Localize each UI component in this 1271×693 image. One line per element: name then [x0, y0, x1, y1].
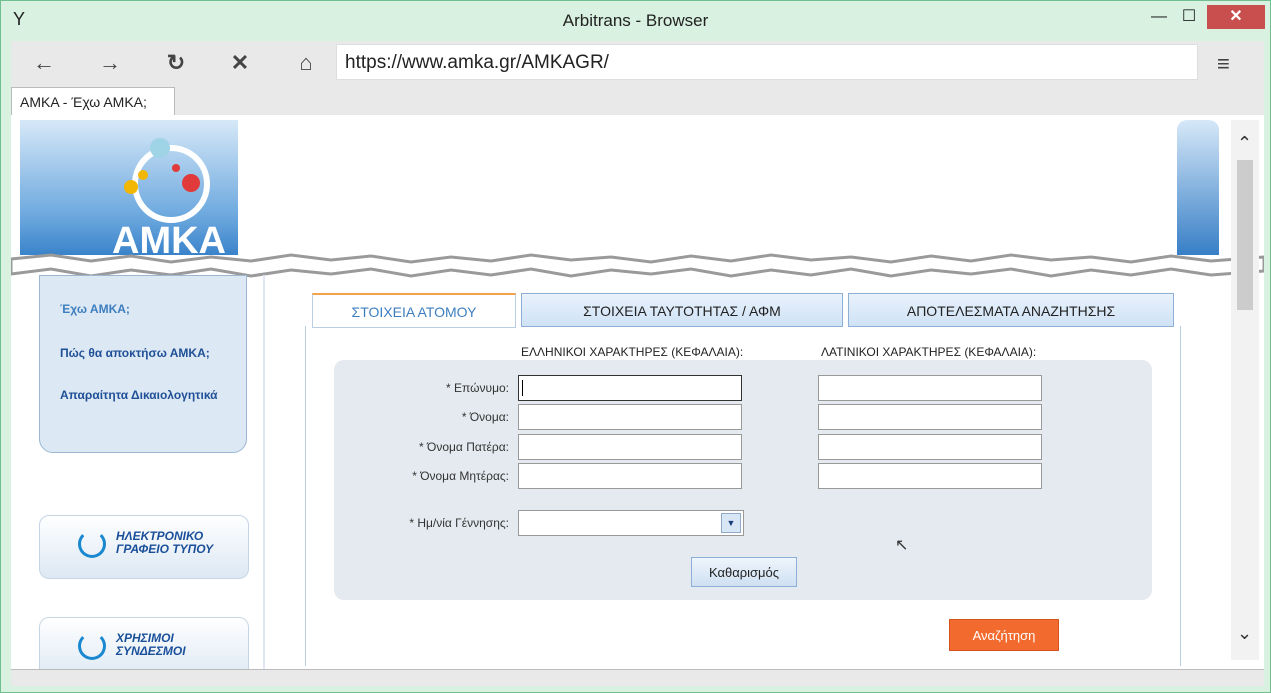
back-icon[interactable]: ← [29, 49, 59, 77]
label-first-name: * Όνομα: [461, 410, 509, 424]
home-icon[interactable]: ⌂ [291, 49, 321, 77]
chevron-down-icon[interactable]: ▼ [721, 513, 741, 533]
close-button[interactable]: ✕ [1207, 5, 1265, 29]
forward-icon[interactable]: → [95, 49, 125, 77]
tab-id-tax-label: ΣΤΟΙΧΕΙΑ ΤΑΥΤΟΤΗΤΑΣ / ΑΦΜ [583, 303, 781, 319]
label-surname: * Επώνυμο: [446, 381, 509, 395]
address-bar-text: https://www.amka.gr/AMKAGR/ [345, 52, 609, 73]
power-icon [78, 632, 106, 660]
stop-icon[interactable]: ✕ [225, 49, 255, 77]
reload-icon[interactable]: ↻ [161, 49, 191, 77]
tab-personal-data[interactable]: ΣΤΟΙΧΕΙΑ ΑΤΟΜΟΥ [312, 293, 516, 328]
greek-column-header: ΕΛΛΗΝΙΚΟΙ ΧΑΡΑΚΤΗΡΕΣ (ΚΕΦΑΛΑΙΑ): [521, 345, 744, 359]
birth-date-select[interactable]: ▼ [518, 510, 744, 536]
browser-window: Y Arbitrans - Browser — ☐ ✕ ← → ↻ ✕ ⌂ ht… [0, 0, 1271, 693]
tab-id-tax[interactable]: ΣΤΟΙΧΕΙΑ ΤΑΥΤΟΤΗΤΑΣ / ΑΦΜ [521, 293, 843, 327]
tab-label: ΑΜΚΑ - Έχω ΑΜΚΑ; [20, 94, 147, 110]
left-column-divider [263, 275, 265, 669]
clear-button[interactable]: Καθαρισμός [691, 557, 797, 587]
tile-label: ΗΛΕΚΤΡΟΝΙΚΟ ΓΡΑΦΕΙΟ ΤΥΠΟΥ [116, 529, 214, 556]
tab-personal-data-label: ΣΤΟΙΧΕΙΑ ΑΤΟΜΟΥ [351, 304, 477, 320]
father-name-latin-input[interactable] [818, 434, 1042, 460]
sidebar-panel: Έχω ΑΜΚΑ; Πώς θα αποκτήσω ΑΜΚΑ; Απαραίτη… [39, 275, 247, 453]
power-icon [78, 530, 106, 558]
sidebar-link-have-amka[interactable]: Έχω ΑΜΚΑ; [60, 302, 130, 316]
first-name-latin-input[interactable] [818, 404, 1042, 430]
logo-dot [182, 174, 200, 192]
scroll-up-icon[interactable]: ⌃ [1237, 133, 1252, 154]
address-bar[interactable]: https://www.amka.gr/AMKAGR/ [336, 44, 1198, 80]
logo-dot [124, 180, 138, 194]
sidebar-link-documents[interactable]: Απαραίτητα Δικαιολογητικά [60, 388, 218, 402]
title-bar: Y Arbitrans - Browser — ☐ ✕ [1, 1, 1270, 39]
father-name-greek-input[interactable] [518, 434, 742, 460]
sidebar-link-get-amka[interactable]: Πώς θα αποκτήσω ΑΜΚΑ; [60, 346, 210, 360]
tab-strip [11, 85, 1264, 115]
mouse-cursor-icon: ↖ [895, 537, 909, 554]
surname-greek-input[interactable] [518, 375, 742, 401]
latin-column-header: ΛΑΤΙΝΙΚΟΙ ΧΑΡΑΚΤΗΡΕΣ (ΚΕΦΑΛΑΙΑ): [821, 345, 1037, 359]
first-name-greek-input[interactable] [518, 404, 742, 430]
status-bar [11, 669, 1264, 686]
scrollbar-thumb[interactable] [1237, 160, 1253, 310]
maximize-button[interactable]: ☐ [1167, 5, 1211, 29]
mother-name-latin-input[interactable] [818, 463, 1042, 489]
window-title: Arbitrans - Browser [562, 11, 709, 30]
mother-name-greek-input[interactable] [518, 463, 742, 489]
surname-latin-input[interactable] [818, 375, 1042, 401]
label-birth-date: * Ημ/νία Γέννησης: [409, 516, 509, 530]
page-content: ΑΜΚΑ Έχω ΑΜΚΑ; Πώς θα αποκτήσω ΑΜΚΑ; Απα… [11, 115, 1264, 669]
tab-search-results-label: ΑΠΟΤΕΛΕΣΜΑΤΑ ΑΝΑΖΗΤΗΣΗΣ [906, 303, 1116, 319]
logo-dot [150, 138, 170, 158]
logo-dot [138, 170, 148, 180]
press-office-tile[interactable]: ΗΛΕΚΤΡΟΝΙΚΟ ΓΡΑΦΕΙΟ ΤΥΠΟΥ [39, 515, 249, 579]
text-caret [522, 380, 523, 396]
label-father-name: * Όνομα Πατέρα: [419, 440, 509, 454]
tab-search-results[interactable]: ΑΠΟΤΕΛΕΣΜΑΤΑ ΑΝΑΖΗΤΗΣΗΣ [848, 293, 1174, 327]
scroll-down-icon[interactable]: ⌄ [1237, 623, 1252, 644]
tile-label: ΧΡΗΣΙΜΟΙ ΣΥΝΔΕΣΜΟΙ [116, 631, 186, 658]
logo-dot [172, 164, 180, 172]
clear-button-label: Καθαρισμός [708, 565, 780, 580]
useful-links-tile[interactable]: ΧΡΗΣΙΜΟΙ ΣΥΝΔΕΣΜΟΙ [39, 617, 249, 669]
search-button[interactable]: Αναζήτηση [949, 619, 1059, 651]
menu-icon[interactable]: ≡ [1217, 51, 1230, 77]
search-button-label: Αναζήτηση [972, 628, 1036, 643]
tab-amka[interactable]: ΑΜΚΑ - Έχω ΑΜΚΑ; [11, 87, 175, 116]
label-mother-name: * Όνομα Μητέρας: [412, 469, 509, 483]
